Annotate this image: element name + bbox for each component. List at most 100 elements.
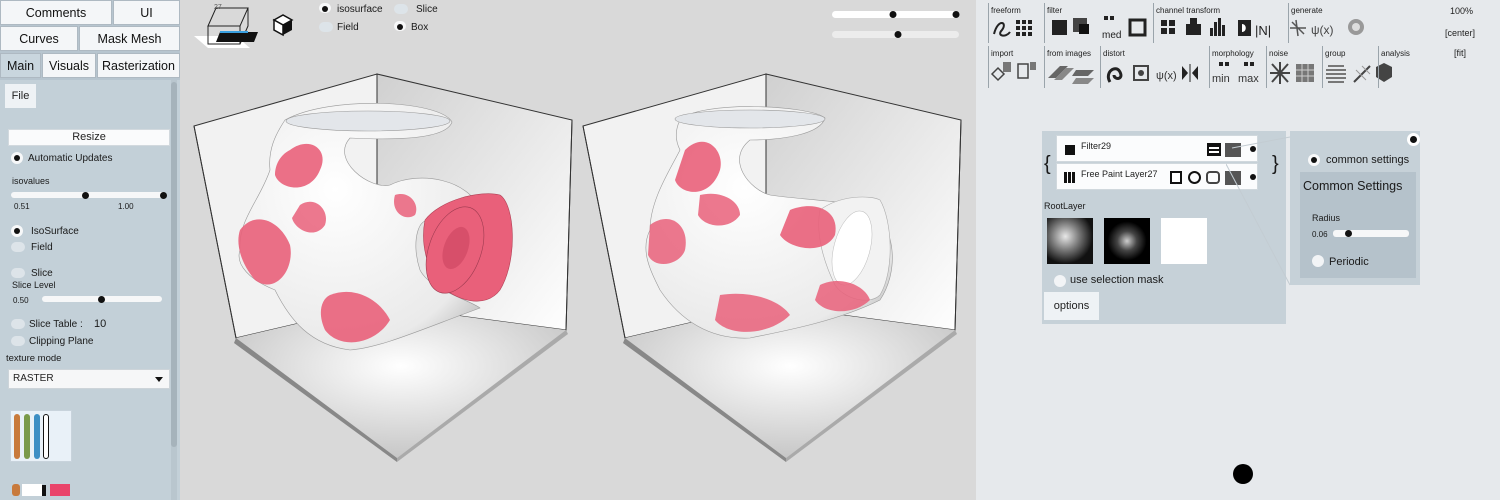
layer-thumbnail-2[interactable] (1104, 218, 1150, 264)
view-slice-toggle[interactable] (394, 4, 408, 14)
view-box-radio[interactable] (394, 21, 406, 31)
radius-handle[interactable] (1345, 230, 1352, 237)
category-from-images: from images (1047, 49, 1092, 58)
periodic-toggle[interactable] (1312, 255, 1324, 267)
scrollbar-thumb[interactable] (171, 82, 177, 447)
slice-table-value[interactable]: 10 (94, 318, 106, 330)
automatic-updates-label: Automatic Updates (28, 153, 113, 164)
selection-mask-toggle[interactable] (1054, 275, 1066, 287)
psi-distort-icon[interactable]: ψ(x) (1156, 70, 1177, 82)
slice-table-toggle[interactable] (11, 319, 25, 329)
render-view-left[interactable] (193, 73, 573, 462)
histogram-icon[interactable] (1210, 18, 1225, 36)
psi-function-icon[interactable]: ψ(x) (1311, 23, 1334, 37)
noise-generate-icon[interactable] (1290, 19, 1306, 37)
view-center-button[interactable]: [center] (1445, 28, 1475, 38)
isosurface-radio[interactable] (11, 225, 23, 237)
options-tab[interactable]: options (1044, 292, 1099, 320)
palette-bar-green (24, 414, 30, 459)
resize-button[interactable]: Resize (8, 129, 170, 146)
level-icon[interactable] (1186, 18, 1201, 35)
group-icon[interactable] (1326, 65, 1346, 83)
zoom-level[interactable]: 100% (1450, 6, 1473, 16)
view-cube-widget[interactable] (194, 7, 258, 48)
category-import: import (991, 49, 1014, 58)
common-settings-title: Common Settings (1303, 179, 1403, 193)
cursor-dot (1233, 464, 1253, 484)
layer-thumbnail-1[interactable] (1047, 218, 1093, 264)
tab-main[interactable]: Main (0, 53, 41, 78)
tab-visuals[interactable]: Visuals (42, 53, 96, 78)
isosurface-label: IsoSurface (31, 226, 79, 237)
morph-min-label[interactable]: min (1212, 73, 1230, 85)
invert-icon[interactable] (1238, 20, 1251, 36)
fill-square-icon[interactable] (1052, 20, 1067, 35)
median-filter-label[interactable]: med (1102, 30, 1121, 41)
category-distort: distort (1103, 49, 1125, 58)
layer-name: Filter29 (1081, 141, 1112, 151)
twirl-icon[interactable] (1106, 67, 1123, 83)
noise-texture-icon[interactable] (1296, 64, 1314, 82)
wand-icon[interactable] (1353, 65, 1371, 83)
blur-icon[interactable] (1073, 18, 1089, 34)
import-icon[interactable] (990, 62, 1011, 82)
filter-icon (1065, 145, 1075, 155)
field-toggle[interactable] (11, 242, 25, 252)
common-settings-radio[interactable] (1308, 154, 1320, 166)
layers-stack-icon[interactable] (1072, 70, 1094, 84)
render-view-right[interactable] (582, 73, 962, 462)
grid-tool-icon[interactable] (1016, 20, 1032, 36)
view-box-label: Box (411, 22, 429, 33)
field-label: Field (31, 242, 53, 253)
isovalues-high-handle[interactable] (160, 192, 167, 199)
mirror-icon[interactable] (1182, 64, 1198, 82)
color-palette-swatch[interactable] (10, 410, 72, 462)
image-stack-icon[interactable] (1048, 66, 1074, 80)
view-field-label: Field (337, 22, 359, 33)
slice-toggle[interactable] (11, 268, 25, 278)
cube-icon[interactable] (272, 14, 294, 37)
spiral-icon[interactable] (1348, 19, 1364, 35)
color-palette-swatch-2[interactable] (12, 484, 72, 496)
top-slider-2-handle[interactable] (894, 31, 902, 38)
3d-viewport[interactable]: 27 isosurface Slice Field Box (180, 0, 976, 500)
view-isosurface-radio[interactable] (319, 3, 331, 13)
noise-pattern-icon[interactable] (1270, 62, 1290, 84)
morph-max-label[interactable]: max (1238, 73, 1259, 85)
slice-level-handle[interactable] (98, 296, 105, 303)
texture-mode-select[interactable]: RASTER (8, 369, 170, 389)
tab-ui[interactable]: UI (113, 0, 180, 25)
grid-layer-icon (1064, 172, 1075, 183)
curve-tool-icon[interactable] (993, 22, 1011, 37)
layer-thumbnail-3[interactable] (1161, 218, 1207, 264)
import-doc-icon[interactable] (1017, 62, 1036, 79)
tab-comments[interactable]: Comments (0, 0, 112, 25)
view-field-toggle[interactable] (319, 22, 333, 32)
category-group: group (1325, 49, 1346, 58)
channel-split-icon[interactable] (1161, 20, 1175, 34)
tab-curves[interactable]: Curves (0, 26, 78, 51)
view-fit-button[interactable]: [fit] (1454, 48, 1466, 58)
magnify-icon[interactable] (1188, 171, 1201, 184)
cube-icon[interactable] (1170, 171, 1182, 184)
category-morphology: morphology (1212, 49, 1254, 58)
category-analysis: analysis (1381, 49, 1410, 58)
use-selection-mask-label: use selection mask (1070, 274, 1164, 286)
right-panel: freeform filter channel transform genera… (976, 0, 1500, 500)
automatic-updates-radio[interactable] (11, 152, 23, 164)
slice-label: Slice (31, 268, 53, 279)
link-icon[interactable] (1206, 171, 1220, 184)
frame-square-icon[interactable] (1128, 18, 1147, 37)
top-slider-1-handle[interactable] (889, 11, 897, 18)
menu-icon[interactable] (1207, 143, 1221, 156)
close-radio[interactable] (1407, 133, 1420, 146)
slice-table-label: Slice Table : (29, 319, 83, 330)
normalize-icon[interactable]: |N| (1255, 23, 1271, 38)
file-tab[interactable]: File (5, 84, 36, 108)
layer-name: Free Paint Layer27 (1081, 169, 1158, 179)
tab-mask-mesh[interactable]: Mask Mesh (79, 26, 180, 51)
pinch-icon[interactable] (1133, 65, 1149, 81)
tab-rasterization[interactable]: Rasterization (97, 53, 180, 78)
isovalues-low-handle[interactable] (82, 192, 89, 199)
clipping-plane-toggle[interactable] (11, 336, 25, 346)
